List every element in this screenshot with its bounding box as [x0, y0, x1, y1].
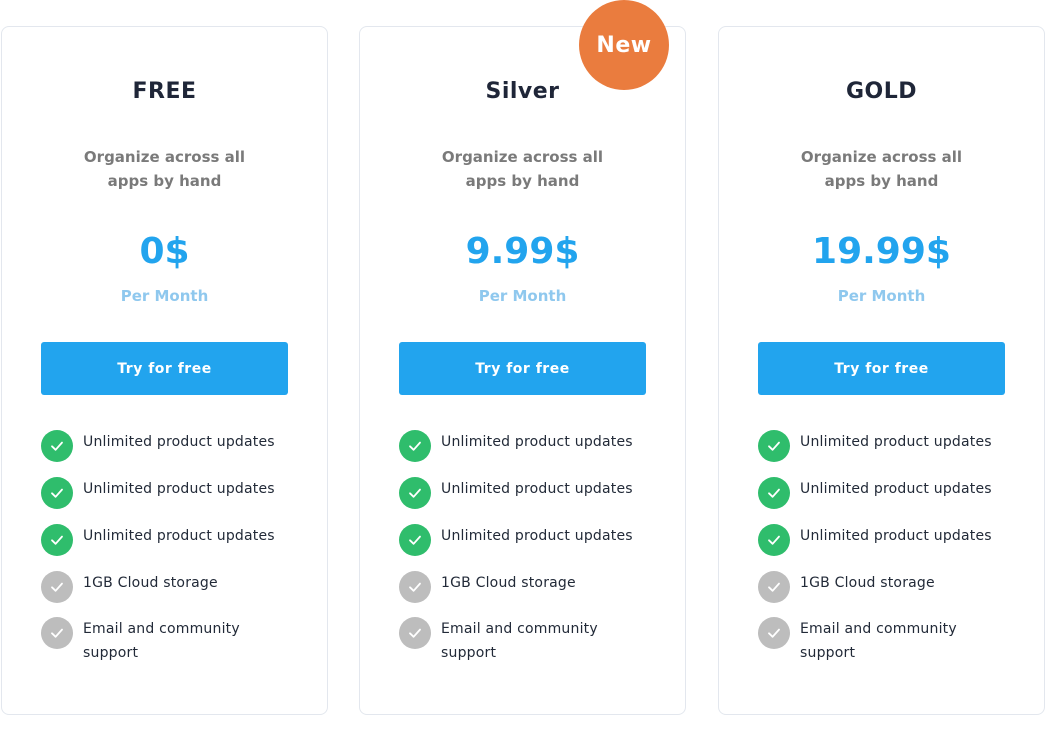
new-badge: New — [579, 0, 669, 90]
plan-description: Organize across all apps by hand — [800, 148, 963, 190]
plan-period: Per Month — [478, 287, 567, 305]
plan-name: FREE — [132, 79, 197, 104]
pricing-table: FREE Organize across all apps by hand 0$… — [0, 0, 1046, 744]
check-icon — [399, 524, 431, 556]
feature-item: Unlimited product updates — [41, 523, 321, 570]
plan-name: GOLD — [845, 79, 918, 104]
feature-text: Unlimited product updates — [441, 434, 633, 450]
feature-item: Unlimited product updates — [399, 523, 679, 570]
feature-item: Unlimited product updates — [41, 429, 321, 476]
feature-text: Unlimited product updates — [800, 528, 992, 544]
feature-item: Email and community support — [399, 616, 679, 676]
check-icon — [758, 524, 790, 556]
feature-text: Unlimited product updates — [441, 528, 633, 544]
feature-text: Unlimited product updates — [800, 481, 992, 497]
check-icon — [399, 430, 431, 462]
feature-item: Unlimited product updates — [399, 476, 679, 523]
check-icon — [758, 477, 790, 509]
check-icon — [41, 617, 73, 649]
feature-text: 1GB Cloud storage — [83, 575, 218, 591]
check-icon — [41, 571, 73, 603]
feature-item: Unlimited product updates — [758, 429, 1038, 476]
pricing-card-gold: GOLD Organize across all apps by hand 19… — [718, 26, 1045, 715]
check-icon — [758, 571, 790, 603]
plan-price: 9.99$ — [465, 231, 580, 272]
feature-item: Unlimited product updates — [758, 476, 1038, 523]
check-icon — [758, 430, 790, 462]
try-for-free-button[interactable]: Try for free — [758, 342, 1005, 395]
check-icon — [758, 617, 790, 649]
check-icon — [41, 430, 73, 462]
feature-list: Unlimited product updates Unlimited prod… — [758, 429, 1038, 676]
check-icon — [41, 477, 73, 509]
feature-item: Unlimited product updates — [41, 476, 321, 523]
feature-item: 1GB Cloud storage — [41, 570, 321, 616]
try-for-free-button[interactable]: Try for free — [41, 342, 288, 395]
feature-item: Unlimited product updates — [758, 523, 1038, 570]
plan-price: 0$ — [139, 231, 190, 272]
feature-text: Email and community support — [800, 621, 957, 661]
check-icon — [399, 617, 431, 649]
feature-item: 1GB Cloud storage — [758, 570, 1038, 616]
feature-text: 1GB Cloud storage — [800, 575, 935, 591]
plan-period: Per Month — [837, 287, 926, 305]
feature-text: Unlimited product updates — [83, 481, 275, 497]
feature-item: Email and community support — [758, 616, 1038, 676]
try-for-free-button[interactable]: Try for free — [399, 342, 646, 395]
feature-text: Unlimited product updates — [800, 434, 992, 450]
check-icon — [399, 477, 431, 509]
feature-list: Unlimited product updates Unlimited prod… — [399, 429, 679, 676]
feature-list: Unlimited product updates Unlimited prod… — [41, 429, 321, 676]
feature-item: Email and community support — [41, 616, 321, 676]
feature-text: Unlimited product updates — [83, 434, 275, 450]
plan-description: Organize across all apps by hand — [83, 148, 246, 190]
pricing-card-silver: Silver Organize across all apps by hand … — [359, 26, 686, 715]
feature-item: Unlimited product updates — [399, 429, 679, 476]
check-icon — [41, 524, 73, 556]
feature-text: 1GB Cloud storage — [441, 575, 576, 591]
pricing-card-free: FREE Organize across all apps by hand 0$… — [1, 26, 328, 715]
plan-period: Per Month — [120, 287, 209, 305]
feature-text: Unlimited product updates — [83, 528, 275, 544]
feature-text: Email and community support — [83, 621, 240, 661]
plan-description: Organize across all apps by hand — [441, 148, 604, 190]
plan-price: 19.99$ — [812, 231, 951, 272]
feature-item: 1GB Cloud storage — [399, 570, 679, 616]
check-icon — [399, 571, 431, 603]
feature-text: Email and community support — [441, 621, 598, 661]
feature-text: Unlimited product updates — [441, 481, 633, 497]
